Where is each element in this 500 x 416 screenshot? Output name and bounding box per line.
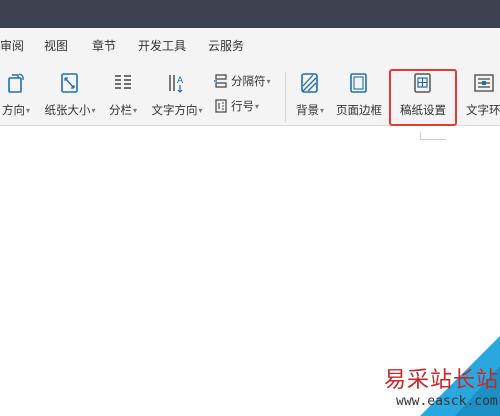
highlight-box xyxy=(389,69,457,126)
menu-item-developer-tools[interactable]: 开发工具 xyxy=(138,38,186,54)
menu-bar: 审阅 视图 章节 开发工具 云服务 xyxy=(0,28,500,64)
page-border-icon xyxy=(350,73,367,93)
watermark-site-name: 易采站长站 xyxy=(384,368,500,393)
chevron-down-icon: ▾ xyxy=(255,102,260,111)
page-border-button[interactable]: 页面边框 xyxy=(334,70,384,122)
background-button[interactable]: 背景▾ xyxy=(290,70,330,122)
paper-size-button[interactable]: 纸张大小▾ xyxy=(42,70,98,122)
chevron-down-icon: ▾ xyxy=(132,106,137,115)
background-icon xyxy=(301,73,318,93)
text-direction-button[interactable]: A 文字方向▾ xyxy=(148,70,206,122)
ribbon-divider xyxy=(285,72,286,122)
text-wrap-icon xyxy=(474,74,494,92)
columns-button[interactable]: 分栏▾ xyxy=(104,70,142,122)
orientation-icon xyxy=(8,73,24,93)
line-number-button[interactable]: 行号▾ xyxy=(214,98,259,116)
page-corner-mark xyxy=(420,132,446,140)
line-number-label: 行号 xyxy=(231,99,254,113)
orientation-button[interactable]: 方向▾ xyxy=(0,70,36,122)
chevron-down-icon: ▾ xyxy=(25,106,30,115)
separator-label: 分隔符 xyxy=(231,74,266,88)
chevron-down-icon: ▾ xyxy=(319,106,324,115)
chevron-down-icon: ▾ xyxy=(198,106,203,115)
text-direction-icon: A xyxy=(169,75,184,93)
paper-size-label: 纸张大小 xyxy=(44,103,91,117)
columns-icon xyxy=(115,75,131,89)
chevron-down-icon: ▾ xyxy=(91,106,96,115)
menu-item-cloud-service[interactable]: 云服务 xyxy=(208,38,244,54)
menu-item-view[interactable]: 视图 xyxy=(44,38,68,54)
separator-icon xyxy=(214,74,227,88)
columns-label: 分栏 xyxy=(108,103,132,117)
watermark-url: www.easck.com xyxy=(396,394,498,409)
text-direction-label: 文字方向 xyxy=(151,103,198,117)
text-wrap-label: 文字环 xyxy=(466,103,500,117)
title-bar xyxy=(0,0,500,28)
paper-size-icon xyxy=(61,73,78,93)
svg-text:A: A xyxy=(177,76,184,86)
chevron-down-icon: ▾ xyxy=(266,77,271,86)
menu-item-chapter[interactable]: 章节 xyxy=(92,38,116,54)
separator-button[interactable]: 分隔符▾ xyxy=(214,73,271,91)
text-wrap-button[interactable]: 文字环 xyxy=(462,70,500,122)
line-number-icon xyxy=(215,99,227,113)
page-border-label: 页面边框 xyxy=(336,103,382,117)
menu-item-review[interactable]: 审阅 xyxy=(0,38,24,54)
orientation-label: 方向 xyxy=(1,103,25,117)
background-label: 背景 xyxy=(295,103,319,117)
